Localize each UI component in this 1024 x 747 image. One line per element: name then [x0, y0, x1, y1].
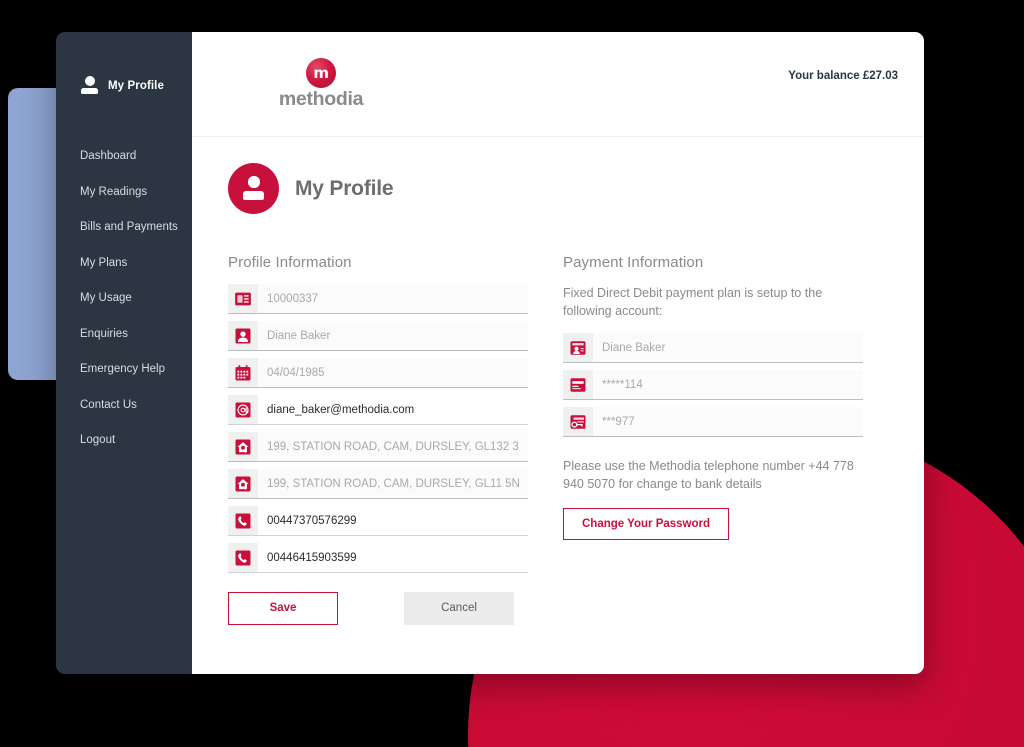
sidebar-item-my-usage[interactable]: My Usage: [56, 281, 192, 317]
field-account-number-value: 10000337: [267, 292, 319, 305]
sidebar-item-logout[interactable]: Logout: [56, 423, 192, 459]
account-holder-card-icon: [563, 333, 593, 363]
form-columns: Profile Information 10000337 Diane Baker…: [228, 254, 888, 625]
form-actions: Save Cancel: [228, 592, 528, 625]
field-phone-secondary-value: 00446415903599: [267, 551, 357, 564]
field-sort-code-masked[interactable]: ***977: [563, 407, 863, 438]
payment-intro-text: Fixed Direct Debit payment plan is setup…: [563, 286, 823, 319]
sidebar-item-emergency-help[interactable]: Emergency Help: [56, 352, 192, 388]
bank-card-icon: [563, 370, 593, 400]
email-icon: [228, 395, 258, 424]
topbar: m methodia Your balance £27.03: [192, 32, 924, 137]
home-pin-icon: [228, 432, 258, 461]
logo-mark-icon: m: [306, 58, 336, 88]
field-email-value: diane_baker@methodia.com: [267, 403, 415, 416]
page-title: My Profile: [295, 176, 394, 200]
logo-wordmark: methodia: [278, 88, 364, 110]
calendar-icon: [228, 358, 258, 387]
sidebar-profile[interactable]: My Profile: [56, 76, 192, 95]
payment-information-title: Payment Information: [563, 254, 704, 271]
sidebar-profile-label: My Profile: [108, 79, 164, 92]
profile-information-panel: Profile Information 10000337 Diane Baker…: [228, 254, 528, 625]
field-billing-address[interactable]: 199, STATION ROAD, CAM, DURSLEY, GL11 5N: [228, 469, 528, 499]
person-icon: [228, 321, 258, 350]
sidebar-item-enquiries[interactable]: Enquiries: [56, 317, 192, 353]
bank-change-note: Please use the Methodia telephone number…: [563, 459, 854, 492]
id-card-icon: [228, 284, 258, 313]
app-window: My Profile Dashboard My Readings Bills a…: [56, 32, 924, 674]
phone-icon: [228, 506, 258, 535]
sidebar: My Profile Dashboard My Readings Bills a…: [56, 32, 192, 674]
field-billing-address-value: 199, STATION ROAD, CAM, DURSLEY, GL11 5N: [267, 477, 520, 490]
home-pin-icon: [228, 469, 258, 498]
field-full-name[interactable]: Diane Baker: [228, 321, 528, 351]
logo-mark-letter: m: [313, 63, 329, 82]
screenshot-stage: My Profile Dashboard My Readings Bills a…: [0, 0, 1024, 747]
field-email[interactable]: diane_baker@methodia.com: [228, 395, 528, 425]
field-account-number-masked[interactable]: *****114: [563, 370, 863, 401]
sidebar-item-bills-and-payments[interactable]: Bills and Payments: [56, 210, 192, 246]
profile-information-title: Profile Information: [228, 254, 352, 271]
sidebar-nav: Dashboard My Readings Bills and Payments…: [56, 139, 192, 459]
field-account-holder[interactable]: Diane Baker: [563, 333, 863, 364]
payment-information-panel: Payment Information Fixed Direct Debit p…: [563, 254, 863, 625]
main-area: m methodia Your balance £27.03 My Profil…: [192, 32, 924, 674]
user-icon: [80, 76, 99, 95]
field-full-name-value: Diane Baker: [267, 329, 331, 342]
balance-text: Your balance £27.03: [788, 70, 898, 82]
field-account-number-masked-value: *****114: [602, 378, 643, 391]
field-date-of-birth[interactable]: 04/04/1985: [228, 358, 528, 388]
sidebar-item-contact-us[interactable]: Contact Us: [56, 388, 192, 424]
card-key-icon: [563, 407, 593, 437]
sidebar-item-my-readings[interactable]: My Readings: [56, 175, 192, 211]
sidebar-item-my-plans[interactable]: My Plans: [56, 246, 192, 282]
field-supply-address[interactable]: 199, STATION ROAD, CAM, DURSLEY, GL132 3: [228, 432, 528, 462]
field-account-holder-value: Diane Baker: [602, 341, 666, 354]
cancel-button[interactable]: Cancel: [404, 592, 514, 625]
field-supply-address-value: 199, STATION ROAD, CAM, DURSLEY, GL132 3: [267, 440, 519, 453]
field-account-number[interactable]: 10000337: [228, 284, 528, 314]
user-avatar-icon: [228, 163, 279, 214]
field-phone-primary[interactable]: 00447370576299: [228, 506, 528, 536]
field-phone-secondary[interactable]: 00446415903599: [228, 543, 528, 573]
page-header: My Profile: [228, 137, 888, 214]
content: My Profile Profile Information 10000337: [192, 137, 924, 674]
field-phone-primary-value: 00447370576299: [267, 514, 357, 527]
sidebar-item-dashboard[interactable]: Dashboard: [56, 139, 192, 175]
change-password-button[interactable]: Change Your Password: [563, 507, 730, 540]
save-button[interactable]: Save: [228, 592, 338, 625]
phone-icon: [228, 543, 258, 572]
methodia-logo[interactable]: m methodia: [266, 58, 376, 109]
field-sort-code-masked-value: ***977: [602, 415, 635, 428]
field-date-of-birth-value: 04/04/1985: [267, 366, 325, 379]
